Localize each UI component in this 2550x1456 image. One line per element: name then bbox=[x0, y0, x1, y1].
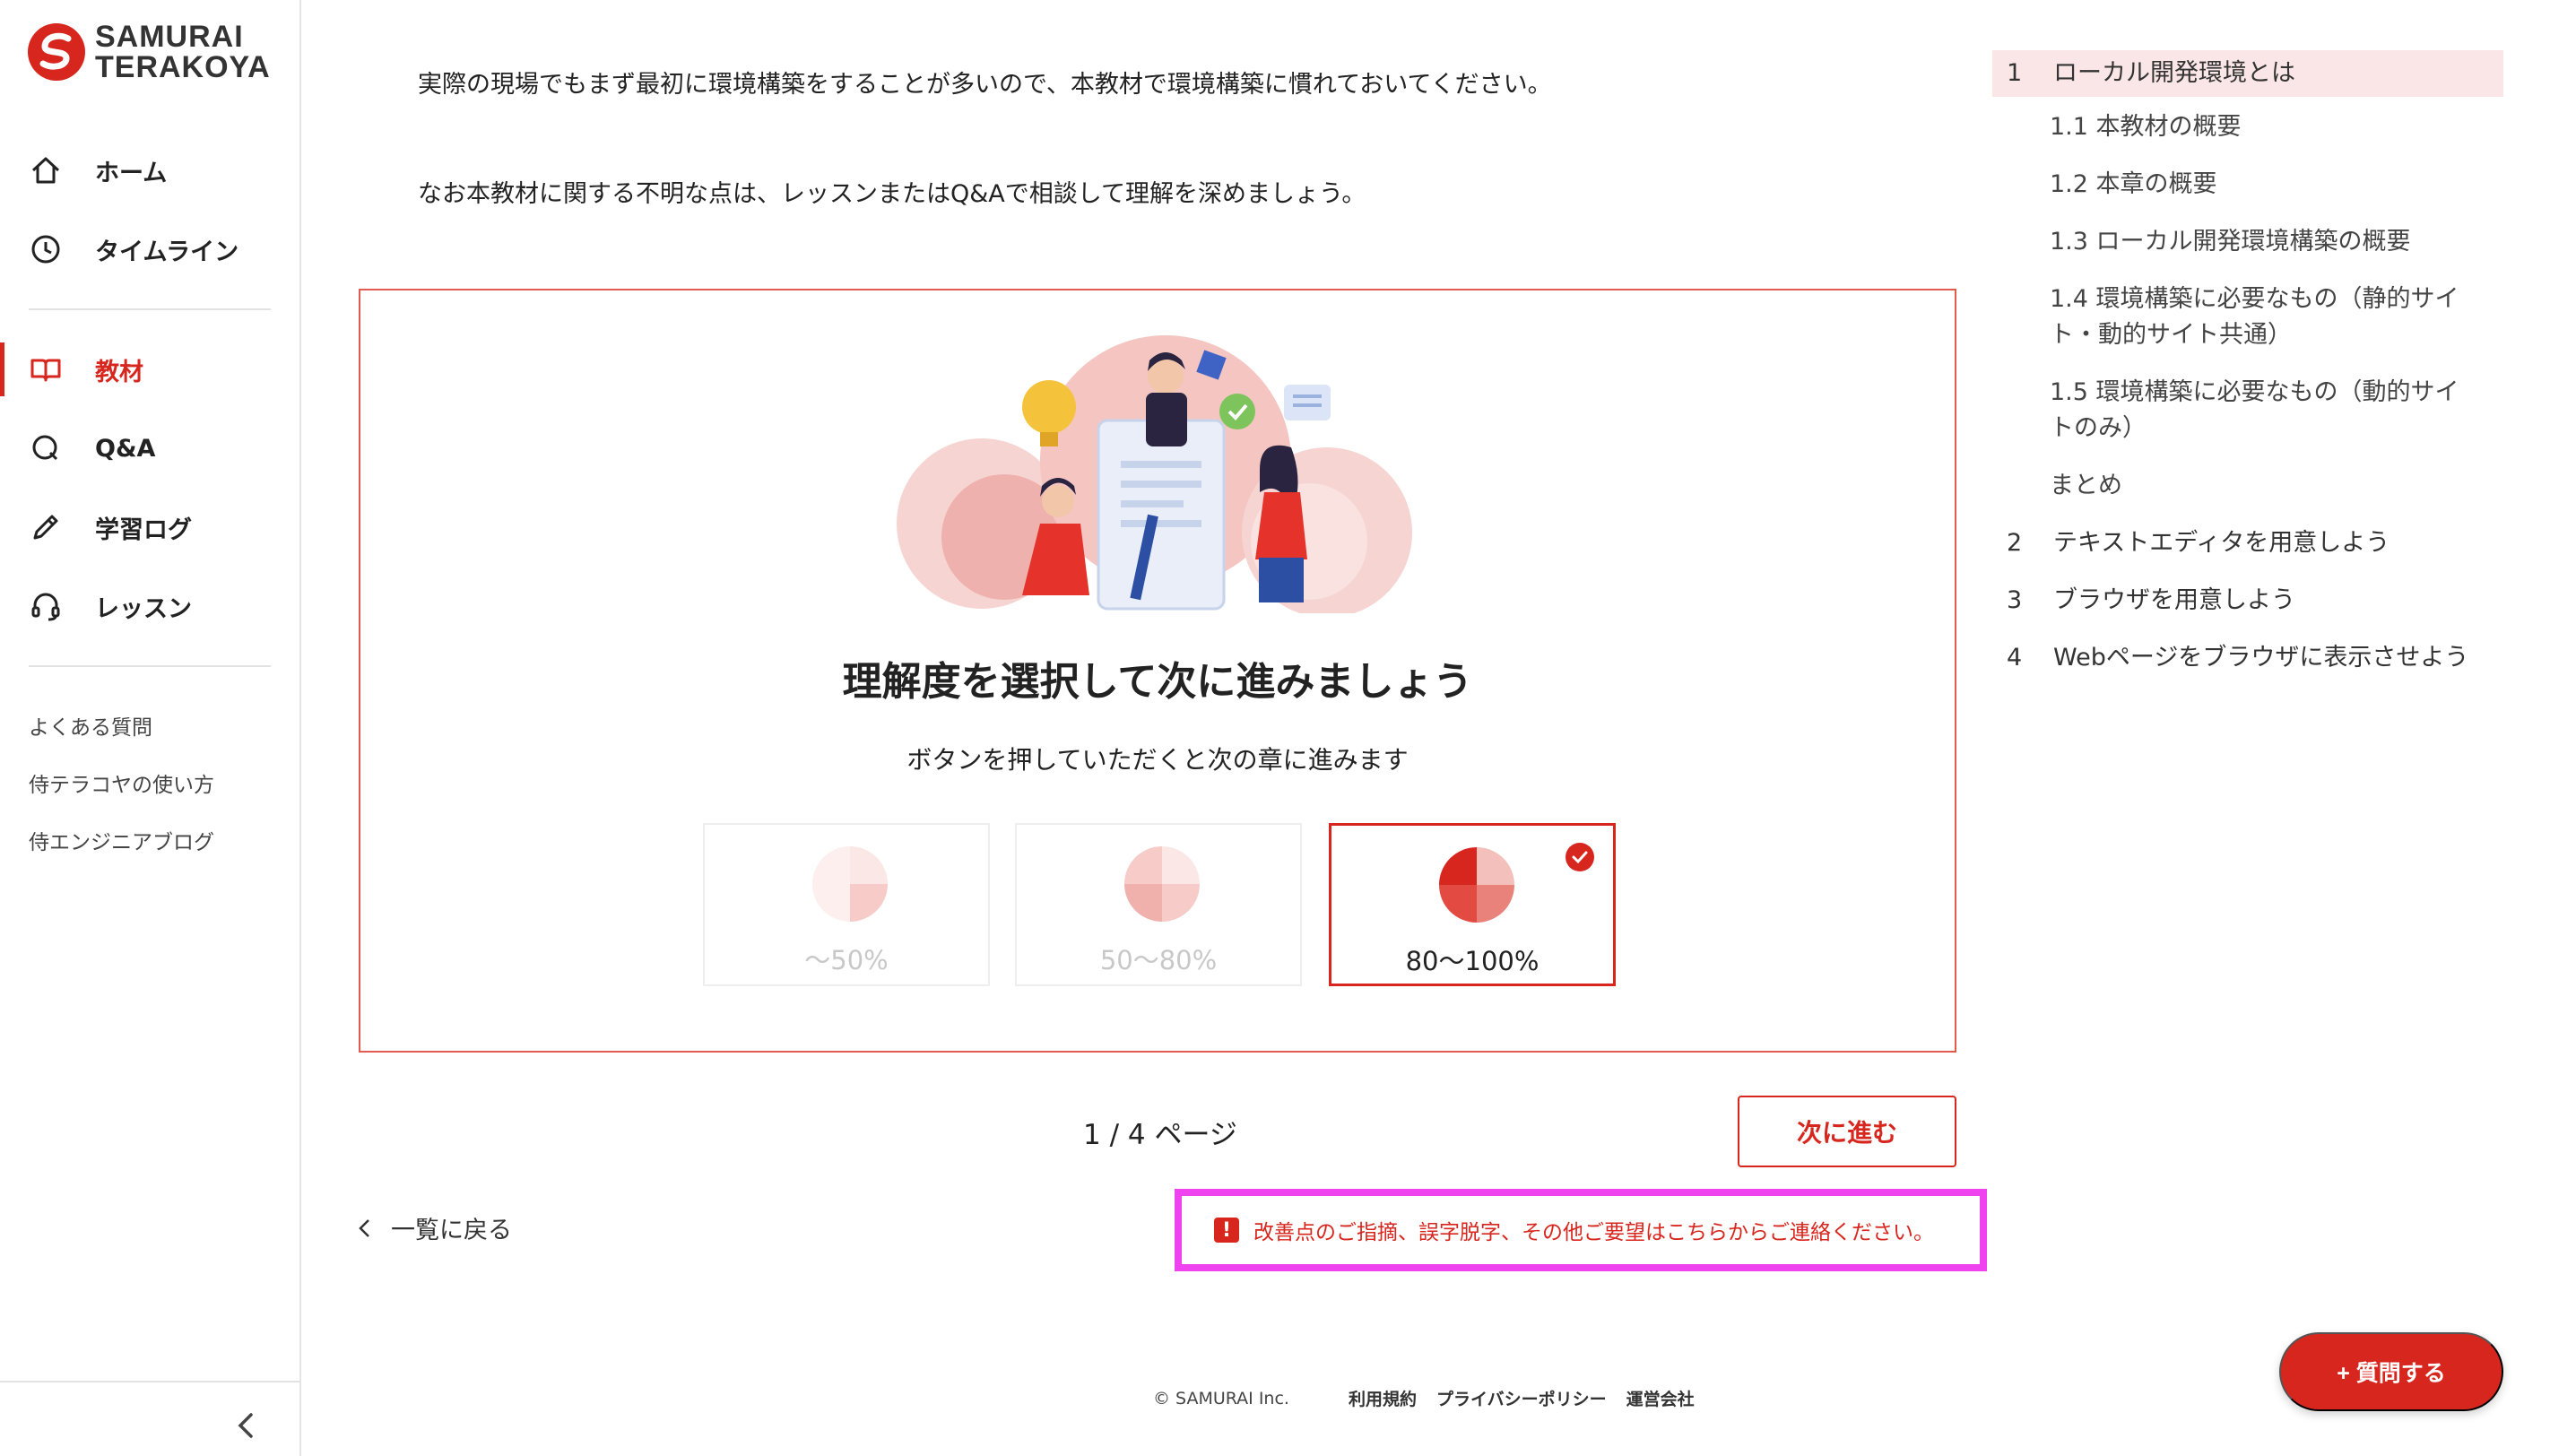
toc-section[interactable]: 1.1 本教材の概要 bbox=[1992, 109, 2503, 145]
toc-section[interactable]: 1.4 環境構築に必要なもの（静的サイト・動的サイト共通） bbox=[1992, 282, 2503, 353]
nav-divider bbox=[29, 308, 271, 310]
logo-line1: SAMURAI bbox=[95, 20, 244, 54]
pie-three-quarter-icon bbox=[1124, 846, 1200, 922]
nav-item-home[interactable]: ホーム bbox=[0, 131, 299, 210]
toc-chapter[interactable]: 1 ローカル開発環境とは bbox=[1992, 50, 2503, 97]
toc-chapter-number: 3 bbox=[2007, 586, 2023, 614]
toc-chapter[interactable]: 2 テキストエディタを用意しよう bbox=[1992, 525, 2503, 561]
chevron-left-icon bbox=[359, 1218, 369, 1237]
nav-item-study-log[interactable]: 学習ログ bbox=[0, 488, 299, 567]
nav-label-study-log: 学習ログ bbox=[95, 516, 192, 544]
samurai-terakoya-logo[interactable]: SAMURAI TERAKOYA bbox=[27, 22, 271, 82]
qa-icon bbox=[32, 435, 58, 461]
back-link-label: 一覧に戻る bbox=[391, 1217, 512, 1244]
logo-text: SAMURAI TERAKOYA bbox=[95, 22, 271, 82]
toc-chapter-number: 2 bbox=[2007, 529, 2023, 557]
toc-section[interactable]: 1.5 環境構築に必要なもの（動的サイトのみ） bbox=[1992, 375, 2503, 446]
sidebar-bottom-divider bbox=[0, 1381, 299, 1382]
nav-divider bbox=[29, 665, 271, 667]
toc-chapter[interactable]: 3 ブラウザを用意しよう bbox=[1992, 583, 2503, 619]
toc-label: 1.5 環境構築に必要なもの（動的サイトのみ） bbox=[2050, 378, 2459, 442]
main-nav: ホーム タイムライン 教材 Q&A 学習ログ レッスン bbox=[0, 131, 299, 687]
home-icon bbox=[31, 157, 60, 184]
ask-question-button[interactable]: + 質問する bbox=[2279, 1332, 2503, 1411]
nav-label-qa: Q&A bbox=[95, 434, 156, 463]
toc-section[interactable]: 1.3 ローカル開発環境構築の概要 bbox=[1992, 224, 2503, 260]
rating-option-80-100-selected[interactable]: 80〜100% bbox=[1329, 823, 1616, 986]
toc-chapter[interactable]: 4 Webページをブラウザに表示させよう bbox=[1992, 640, 2503, 676]
lesson-paragraph: 実際の現場でもまず最初に環境構築をすることが多いので、本教材で環境構築に慣れてお… bbox=[418, 71, 1552, 99]
toc-chapter-number: 1 bbox=[2007, 59, 2023, 87]
feedback-text: 改善点のご指摘、誤字脱字、その他ご要望はこちらからご連絡ください。 bbox=[1253, 1221, 1934, 1244]
toc-section[interactable]: 1.2 本章の概要 bbox=[1992, 167, 2503, 203]
copyright: © SAMURAI Inc. bbox=[1153, 1388, 1289, 1408]
rating-option-0-50[interactable]: 〜50% bbox=[703, 823, 990, 986]
next-button[interactable]: 次に進む bbox=[1738, 1096, 1956, 1167]
collapse-sidebar-chevron-icon[interactable] bbox=[231, 1408, 262, 1443]
rating-option-label: 〜50% bbox=[804, 945, 889, 975]
page-indicator: 1 / 4 ページ bbox=[1083, 1119, 1237, 1151]
pie-full-icon bbox=[1439, 847, 1514, 923]
link-faq[interactable]: よくある質問 bbox=[29, 699, 214, 757]
rating-title: 理解度を選択して次に進みましょう bbox=[842, 659, 1473, 705]
toc-label: ローカル開発環境とは bbox=[2053, 59, 2295, 87]
toc-label: 1.4 環境構築に必要なもの（静的サイト・動的サイト共通） bbox=[2050, 285, 2459, 349]
toc-chapter-number: 4 bbox=[2007, 644, 2023, 672]
pencil-icon bbox=[33, 515, 58, 540]
logo-line2: TERAKOYA bbox=[95, 50, 271, 84]
nav-label-timeline: タイムライン bbox=[95, 238, 239, 266]
nav-label-home: ホーム bbox=[95, 159, 168, 187]
toc-label: ブラウザを用意しよう bbox=[2053, 586, 2295, 614]
team-illustration bbox=[897, 335, 1412, 613]
rating-option-label: 50〜80% bbox=[1099, 945, 1218, 975]
link-engineer-blog[interactable]: 侍エンジニアブログ bbox=[29, 814, 214, 871]
rating-option-label: 80〜100% bbox=[1405, 946, 1540, 976]
warning-icon: ! bbox=[1214, 1218, 1239, 1243]
footer: © SAMURAI Inc. 利用規約 プライバシーポリシー 運営会社 bbox=[1153, 1386, 1714, 1410]
feedback-link[interactable]: ! 改善点のご指摘、誤字脱字、その他ご要望はこちらからご連絡ください。 bbox=[1175, 1189, 1987, 1271]
nav-label-lesson: レッスン bbox=[95, 594, 192, 623]
rating-subtitle: ボタンを押していただくと次の章に進みます bbox=[906, 745, 1409, 775]
nav-item-timeline[interactable]: タイムライン bbox=[0, 210, 299, 289]
samurai-logo-icon bbox=[28, 23, 85, 81]
toc-label: テキストエディタを用意しよう bbox=[2053, 529, 2390, 557]
nav-label-materials: 教材 bbox=[95, 358, 143, 386]
clock-icon bbox=[31, 235, 60, 264]
nav-item-qa[interactable]: Q&A bbox=[0, 409, 299, 488]
toc-section[interactable]: まとめ bbox=[1992, 468, 2503, 504]
nav-item-materials[interactable]: 教材 bbox=[0, 330, 299, 409]
toc-label: 1.1 本教材の概要 bbox=[2050, 113, 2242, 141]
toc-label: まとめ bbox=[2050, 472, 2122, 499]
footer-link-privacy[interactable]: プライバシーポリシー bbox=[1436, 1386, 1607, 1410]
pie-quarter-icon bbox=[812, 846, 888, 922]
rating-option-50-80[interactable]: 50〜80% bbox=[1015, 823, 1302, 986]
link-how-to-use[interactable]: 侍テラコヤの使い方 bbox=[29, 757, 214, 814]
table-of-contents: 1 ローカル開発環境とは 1.1 本教材の概要 1.2 本章の概要 1.3 ローカル開発… bbox=[1992, 50, 2503, 676]
toc-label: Webページをブラウザに表示させよう bbox=[2053, 644, 2469, 672]
toc-label: 1.3 ローカル開発環境構築の概要 bbox=[2050, 228, 2411, 256]
understanding-rating-card: 理解度を選択して次に進みましょう ボタンを押していただくと次の章に進みます 〜5… bbox=[359, 289, 1956, 1053]
sidebar-sub-links: よくある質問 侍テラコヤの使い方 侍エンジニアブログ bbox=[29, 699, 214, 871]
back-to-list-link[interactable]: 一覧に戻る bbox=[355, 1210, 512, 1245]
footer-link-terms[interactable]: 利用規約 bbox=[1349, 1386, 1417, 1410]
toc-label: 1.2 本章の概要 bbox=[2050, 170, 2217, 198]
sidebar: SAMURAI TERAKOYA ホーム タイムライン 教材 Q&A 学習ログ … bbox=[0, 0, 301, 1456]
lesson-paragraph: なお本教材に関する不明な点は、レッスンまたはQ&Aで相談して理解を深めましょう。 bbox=[418, 180, 1366, 208]
headset-icon bbox=[31, 593, 60, 621]
selected-check-icon bbox=[1566, 843, 1594, 871]
book-icon bbox=[30, 359, 61, 382]
nav-item-lesson[interactable]: レッスン bbox=[0, 567, 299, 646]
footer-link-company[interactable]: 運営会社 bbox=[1626, 1386, 1695, 1410]
